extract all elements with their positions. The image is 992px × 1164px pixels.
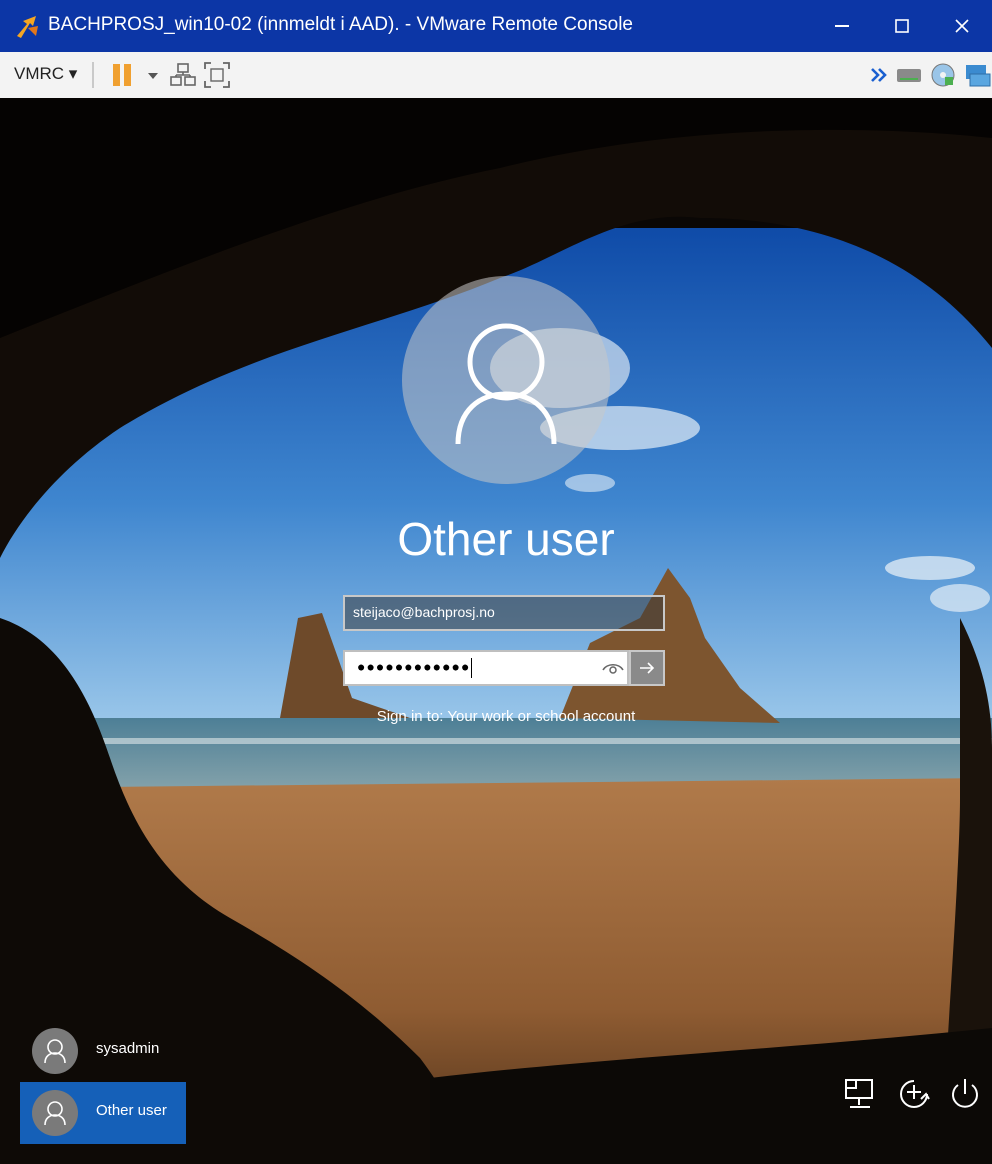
close-button[interactable]	[932, 0, 992, 52]
user-item-sysadmin[interactable]: sysadmin	[20, 1020, 186, 1082]
pause-icon[interactable]	[108, 60, 138, 90]
title-bar: BACHPROSJ_win10-02 (innmeldt i AAD). - V…	[0, 0, 992, 52]
network-icon[interactable]	[842, 1075, 880, 1113]
submit-button[interactable]	[629, 650, 665, 686]
user-name: sysadmin	[96, 1040, 160, 1057]
display-icon[interactable]	[962, 60, 992, 90]
lock-screen	[0, 98, 992, 1164]
network-adapter-icon[interactable]	[168, 60, 198, 90]
cd-drive-icon[interactable]	[928, 60, 958, 90]
vmrc-menu[interactable]: VMRC ▾	[14, 64, 77, 84]
window-title: BACHPROSJ_win10-02 (innmeldt i AAD). - V…	[48, 14, 633, 35]
ease-of-access-icon[interactable]	[895, 1075, 933, 1113]
cave-beach-background	[0, 98, 992, 1164]
user-title: Other user	[397, 513, 615, 565]
minimize-button[interactable]	[812, 0, 872, 52]
user-avatar	[402, 276, 610, 484]
avatar	[32, 1028, 78, 1074]
person-icon	[455, 323, 557, 445]
removable-device-icon[interactable]	[894, 60, 924, 90]
close-icon	[955, 19, 969, 33]
user-name: Other user	[96, 1102, 167, 1119]
expand-icon[interactable]	[864, 60, 894, 90]
password-field[interactable]: ●●●●●●●●●●●●	[343, 650, 629, 686]
person-icon	[44, 1101, 66, 1126]
maximize-button[interactable]	[872, 0, 932, 52]
reveal-password-icon[interactable]	[600, 658, 626, 678]
maximize-icon	[895, 19, 909, 33]
username-field[interactable]: steijaco@bachprosj.no	[343, 595, 665, 631]
fullscreen-icon[interactable]	[202, 60, 232, 90]
user-item-other-user[interactable]: Other user	[20, 1082, 186, 1144]
toolbar-divider	[92, 62, 94, 88]
toolbar: VMRC ▾	[0, 52, 992, 99]
dropdown-icon[interactable]	[138, 60, 168, 90]
text-caret	[471, 658, 473, 678]
password-mask: ●●●●●●●●●●●●	[357, 658, 471, 675]
arrow-right-icon	[640, 662, 655, 674]
minimize-icon	[835, 25, 849, 27]
person-icon	[44, 1039, 66, 1064]
avatar	[32, 1090, 78, 1136]
vmware-remote-console-icon	[17, 16, 38, 38]
power-icon[interactable]	[946, 1075, 984, 1113]
sign-in-to-label: Sign in to: Your work or school account	[376, 708, 636, 725]
